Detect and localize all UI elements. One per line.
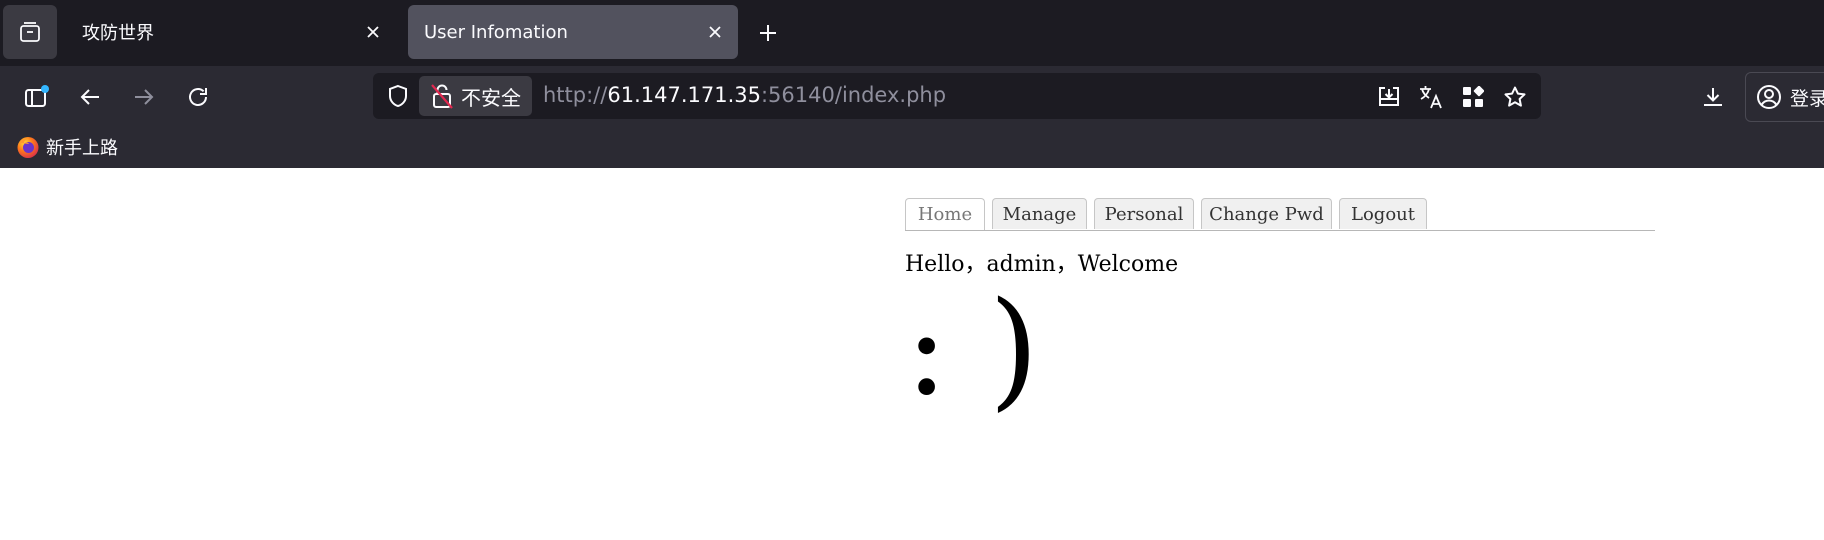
tab-title: User Infomation (424, 21, 568, 43)
bookmarks-toolbar: 新手上路 (0, 126, 1824, 168)
reload-icon (189, 88, 207, 106)
connection-insecure-button[interactable]: 不安全 (419, 76, 532, 116)
site-nav-tabs: Home Manage Personal Change Pwd Logout (905, 198, 1655, 231)
welcome-message: Hello，admin，Welcome (905, 252, 1179, 277)
account-label: 登录 (1790, 87, 1824, 110)
firefox-icon (17, 137, 39, 158)
tab-title: 攻防世界 (82, 23, 154, 44)
plus-icon (760, 25, 776, 41)
account-icon (1757, 85, 1781, 109)
nav-tab-change-pwd[interactable]: Change Pwd (1201, 198, 1332, 229)
smiley-emoticon: : ) (905, 275, 1039, 424)
close-icon (367, 26, 379, 38)
nav-tab-manage[interactable]: Manage (992, 198, 1087, 229)
star-icon (1504, 86, 1526, 107)
close-icon (709, 26, 721, 38)
insecure-lock-icon (431, 84, 453, 109)
tab-bar: 攻防世界 User Infomation (0, 0, 1824, 66)
nav-tab-home[interactable]: Home (905, 198, 985, 230)
tab-user-infomation[interactable]: User Infomation (408, 5, 738, 59)
sidebar-icon (25, 85, 49, 107)
page-content: Home Manage Personal Change Pwd Logout H… (0, 168, 1824, 540)
url-scheme: http:// (543, 83, 608, 107)
insecure-label: 不安全 (461, 85, 521, 110)
downloads-button[interactable] (1696, 80, 1730, 114)
translate-icon (1420, 86, 1442, 109)
navigation-toolbar: 不安全 http://61.147.171.35:56140/index.php… (0, 66, 1824, 126)
tab-close-button[interactable] (700, 17, 730, 47)
translate-button[interactable] (1415, 81, 1447, 113)
back-button[interactable] (73, 80, 107, 114)
grid-icon (1463, 86, 1484, 107)
tab-close-button[interactable] (358, 17, 388, 47)
account-sign-in-button[interactable]: 登录 (1745, 72, 1824, 122)
download-icon (1704, 88, 1722, 106)
arrow-left-icon (80, 89, 99, 105)
tab-overview-icon (20, 22, 40, 42)
sidebar-button[interactable] (19, 80, 53, 114)
arrow-right-icon (135, 89, 154, 105)
url-host: 61.147.171.35 (607, 83, 761, 107)
shield-icon (389, 84, 407, 108)
tracking-protection-button[interactable] (383, 81, 413, 111)
download-tray-icon (1379, 87, 1399, 106)
bookmark-star-button[interactable] (1499, 81, 1531, 113)
nav-tab-personal[interactable]: Personal (1094, 198, 1194, 229)
url-text[interactable]: http://61.147.171.35:56140/index.php (543, 83, 946, 107)
new-tab-button[interactable] (750, 15, 786, 51)
url-path: :56140/index.php (760, 83, 947, 107)
bookmark-label: 新手上路 (46, 138, 118, 159)
bookmark-item[interactable]: 新手上路 (16, 134, 118, 160)
tab-gongfang[interactable]: 攻防世界 (66, 5, 396, 59)
reload-button[interactable] (181, 80, 215, 114)
tab-overview-button[interactable] (3, 5, 57, 59)
save-to-device-button[interactable] (1373, 81, 1405, 113)
nav-tab-logout[interactable]: Logout (1339, 198, 1427, 229)
forward-button[interactable] (127, 80, 161, 114)
address-bar[interactable]: 不安全 http://61.147.171.35:56140/index.php (373, 73, 1541, 119)
extensions-button[interactable] (1457, 81, 1489, 113)
